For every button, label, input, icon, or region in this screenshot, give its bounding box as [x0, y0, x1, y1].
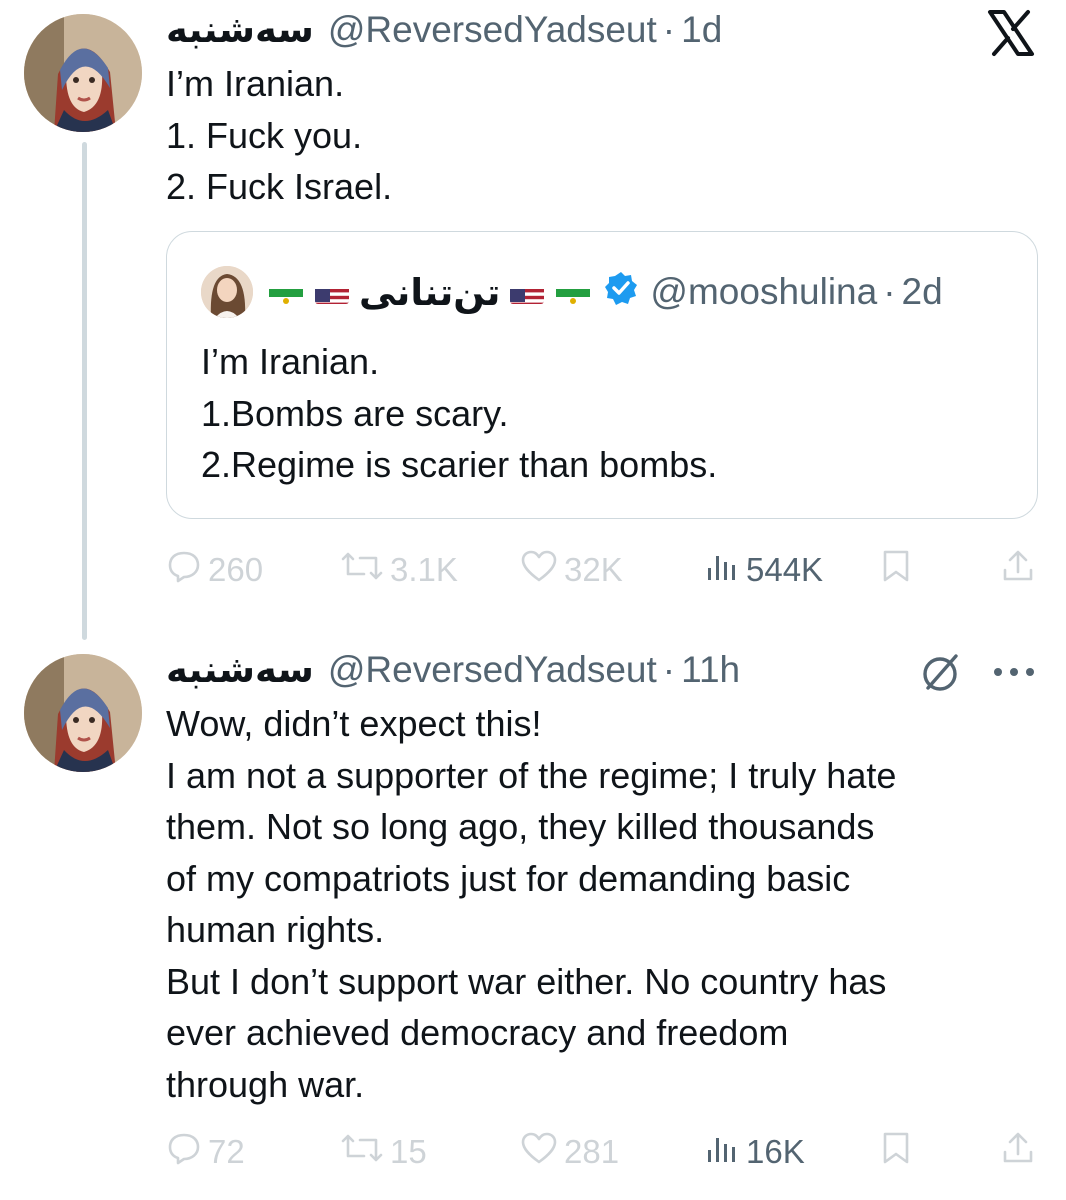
display-name[interactable]: سه‌شنبه: [166, 648, 314, 692]
tweet-actions: 260 3.1K 32K 544K: [166, 546, 1038, 594]
bookmark-button[interactable]: [880, 548, 912, 592]
views-button[interactable]: 544K: [704, 548, 823, 592]
like-icon: [520, 1130, 558, 1174]
text-line: through war.: [166, 1063, 365, 1105]
separator-dot: ·: [662, 649, 676, 690]
repost-button[interactable]: 15: [340, 1130, 427, 1174]
views-button[interactable]: 16K: [704, 1130, 805, 1174]
timestamp[interactable]: 11h: [681, 648, 740, 692]
user-handle[interactable]: @ReversedYadseut: [328, 648, 657, 692]
like-count: 32K: [564, 551, 623, 588]
text-line: them. Not so long ago, they killed thous…: [166, 806, 875, 847]
avatar[interactable]: [24, 14, 142, 132]
text-line: 2.Regime is scarier than bombs.: [201, 444, 718, 485]
like-count: 281: [564, 1133, 620, 1170]
verified-badge-icon: [604, 271, 638, 314]
bookmark-icon: [880, 548, 912, 592]
text-line: Wow, didn’t expect this!: [166, 703, 542, 744]
us-flag-icon: [315, 280, 349, 304]
repost-count: 3.1K: [390, 551, 458, 588]
text-line: I’m Iranian.: [201, 341, 380, 382]
text-line: 1. Fuck you.: [166, 114, 363, 156]
share-button[interactable]: [1000, 1130, 1036, 1174]
separator-dot: ·: [662, 9, 676, 50]
reply-icon: [166, 548, 202, 592]
text-line: I’m Iranian.: [166, 63, 345, 104]
share-icon: [1000, 548, 1036, 592]
like-button[interactable]: 32K: [520, 548, 623, 592]
reply-icon: [166, 1130, 202, 1174]
quoted-timestamp[interactable]: 2d: [902, 271, 943, 313]
text-line: 1.Bombs are scary.: [201, 392, 509, 434]
repost-icon: [340, 548, 384, 592]
separator-dot: ·: [883, 271, 896, 312]
share-button[interactable]: [1000, 548, 1036, 592]
quoted-tweet[interactable]: تن‌تنانی @mooshulina · 2d I’m Iranian. 1…: [166, 231, 1038, 519]
tweet-header: سه‌شنبه @ReversedYadseut · 1d: [166, 8, 722, 52]
bookmark-button[interactable]: [880, 1130, 912, 1174]
tweet-header: سه‌شنبه @ReversedYadseut · 11h: [166, 648, 740, 692]
more-icon[interactable]: [990, 660, 1038, 684]
x-logo-icon[interactable]: [986, 8, 1036, 58]
share-icon: [1000, 1130, 1036, 1174]
tweet-actions: 72 15 281 16K: [166, 1128, 1038, 1176]
views-count: 16K: [746, 1133, 805, 1170]
text-line: I am not a supporter of the regime; I tr…: [166, 754, 897, 796]
timestamp[interactable]: 1d: [681, 8, 722, 52]
iran-flag-icon: [556, 280, 591, 304]
grok-icon[interactable]: [918, 650, 964, 696]
repost-button[interactable]: 3.1K: [340, 548, 458, 592]
quoted-handle[interactable]: @mooshulina: [650, 271, 877, 313]
user-handle[interactable]: @ReversedYadseut: [328, 8, 657, 52]
text-line: of my compatriots just for demanding bas…: [166, 857, 851, 899]
repost-icon: [340, 1130, 384, 1174]
like-button[interactable]: 281: [520, 1130, 619, 1174]
text-line: human rights.: [166, 909, 385, 950]
quoted-display-name[interactable]: تن‌تنانی: [359, 271, 500, 314]
views-icon: [704, 1130, 740, 1174]
quoted-text: I’m Iranian. 1.Bombs are scary. 2.Regime…: [201, 336, 717, 491]
us-flag-icon: [510, 280, 545, 304]
views-icon: [704, 548, 740, 592]
text-line: But I don’t support war either. No count…: [166, 960, 887, 1002]
quoted-avatar[interactable]: [201, 266, 253, 318]
tweet-text: I’m Iranian. 1. Fuck you. 2. Fuck Israel…: [166, 58, 392, 213]
avatar[interactable]: [24, 654, 142, 772]
like-icon: [520, 548, 558, 592]
text-line: 2. Fuck Israel.: [166, 166, 393, 207]
text-line: ever achieved democracy and freedom: [166, 1012, 789, 1053]
reply-count: 72: [208, 1133, 245, 1170]
display-name[interactable]: سه‌شنبه: [166, 8, 314, 52]
tweet-text: Wow, didn’t expect this! I am not a supp…: [166, 698, 896, 1110]
reply-button[interactable]: 260: [166, 548, 263, 592]
reply-button[interactable]: 72: [166, 1130, 245, 1174]
thread-connector-line: [82, 142, 87, 640]
reply-count: 260: [208, 551, 264, 588]
views-count: 544K: [746, 551, 824, 588]
bookmark-icon: [880, 1130, 912, 1174]
repost-count: 15: [390, 1133, 427, 1170]
iran-flag-icon: [269, 280, 303, 304]
